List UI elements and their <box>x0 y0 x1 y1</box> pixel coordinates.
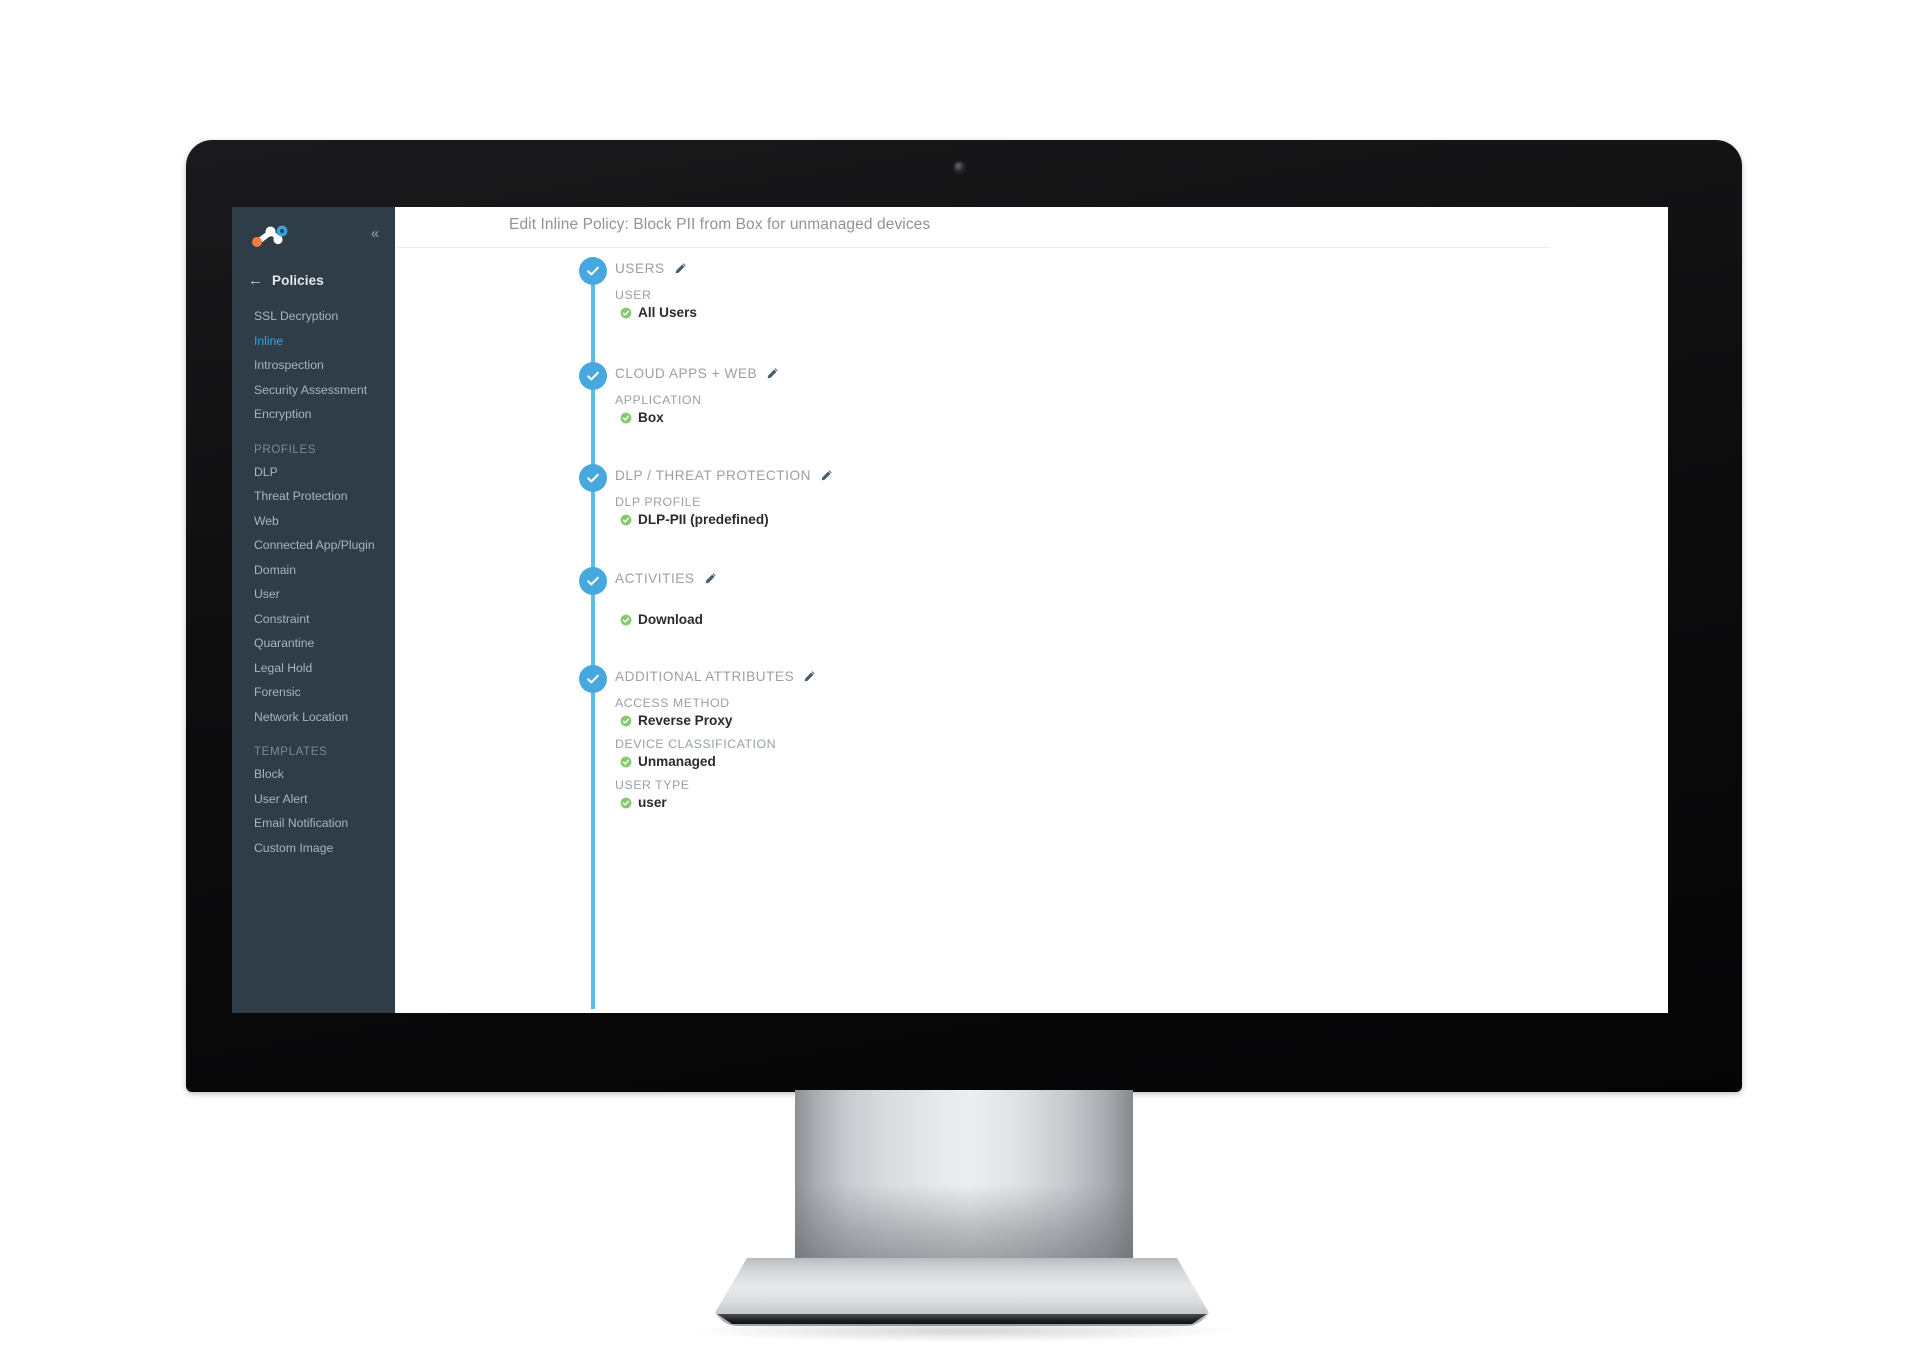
policy-field: USER All Users <box>615 288 1668 320</box>
green-check-icon <box>620 307 632 319</box>
sidebar-item-user[interactable]: User <box>232 582 395 607</box>
field-value-row: DLP-PII (predefined) <box>615 512 1668 527</box>
back-arrow-icon: ← <box>248 271 263 289</box>
step-title-label: CLOUD APPS + WEB <box>615 365 758 381</box>
pencil-icon[interactable] <box>803 670 816 683</box>
policy-step: CLOUD APPS + WEB APPLICATION Box <box>395 362 1668 425</box>
sidebar-item-user-alert[interactable]: User Alert <box>232 787 395 812</box>
green-check-icon <box>620 514 632 526</box>
policy-field: Download <box>615 598 1668 627</box>
step-title-label: ADDITIONAL ATTRIBUTES <box>615 668 795 684</box>
sidebar-item-quarantine[interactable]: Quarantine <box>232 631 395 656</box>
monitor-stand-base-edge <box>717 1314 1207 1324</box>
sidebar-item-inline[interactable]: Inline <box>232 329 395 354</box>
green-check-icon <box>620 412 632 424</box>
sidebar-item-legal-hold[interactable]: Legal Hold <box>232 656 395 681</box>
step-complete-check-icon <box>579 567 607 595</box>
sidebar-nav: SSL Decryption Inline Introspection Securit… <box>232 304 395 860</box>
field-label: USER <box>615 288 652 302</box>
back-to-policies-button[interactable]: ← Policies <box>232 269 395 292</box>
policy-field: USER TYPE user <box>615 778 1668 810</box>
page-title: Edit Inline Policy: Block PII from Box f… <box>509 216 931 233</box>
pencil-icon[interactable] <box>820 469 833 482</box>
sidebar-item-domain[interactable]: Domain <box>232 558 395 583</box>
webcam-dot-icon <box>954 162 965 173</box>
green-check-icon <box>620 756 632 768</box>
sidebar-item-connected-app-plugin[interactable]: Connected App/Plugin <box>232 533 395 558</box>
sidebar-item-ssl-decryption[interactable]: SSL Decryption <box>232 304 395 329</box>
step-complete-check-icon <box>579 464 607 492</box>
field-label-spacer <box>615 598 1668 612</box>
step-complete-check-icon <box>579 257 607 285</box>
field-value-text: Reverse Proxy <box>638 713 733 728</box>
field-label: DEVICE CLASSIFICATION <box>615 737 777 751</box>
field-value-text: Unmanaged <box>638 754 716 769</box>
step-title: USERS <box>615 257 1668 279</box>
step-title-label: DLP / THREAT PROTECTION <box>615 467 811 483</box>
sidebar-item-network-location[interactable]: Network Location <box>232 705 395 730</box>
policy-field: ACCESS METHOD Reverse Proxy <box>615 696 1668 728</box>
sidebar-item-web[interactable]: Web <box>232 509 395 534</box>
sidebar-item-introspection[interactable]: Introspection <box>232 353 395 378</box>
collapse-sidebar-icon[interactable]: « <box>367 226 383 242</box>
policy-field: APPLICATION Box <box>615 393 1668 425</box>
sidebar-item-custom-image[interactable]: Custom Image <box>232 836 395 861</box>
main-content: Edit Inline Policy: Block PII from Box f… <box>395 207 1668 1013</box>
field-label: USER TYPE <box>615 778 690 792</box>
step-title: CLOUD APPS + WEB <box>615 362 1668 384</box>
monitor-stand-neck <box>795 1090 1133 1272</box>
sidebar-back-label: Policies <box>272 273 324 288</box>
policy-field: DEVICE CLASSIFICATION Unmanaged <box>615 737 1668 769</box>
sidebar-item-threat-protection[interactable]: Threat Protection <box>232 484 395 509</box>
field-value-text: user <box>638 795 667 810</box>
field-label: APPLICATION <box>615 393 702 407</box>
field-value-text: Box <box>638 410 664 425</box>
sidebar-item-dlp[interactable]: DLP <box>232 460 395 485</box>
title-divider <box>395 247 1550 248</box>
sidebar: « ← Policies SSL Decryption Inline Introsp… <box>232 207 395 1013</box>
sidebar-header: « <box>232 207 395 263</box>
field-value-row: Reverse Proxy <box>615 713 1668 728</box>
step-complete-check-icon <box>579 665 607 693</box>
monitor-screen: « ← Policies SSL Decryption Inline Introsp… <box>232 207 1668 1013</box>
field-value-text: DLP-PII (predefined) <box>638 512 769 527</box>
policy-step: ADDITIONAL ATTRIBUTES ACCESS METHOD Revers… <box>395 665 1668 810</box>
field-value-row: Unmanaged <box>615 754 1668 769</box>
sidebar-item-email-notification[interactable]: Email Notification <box>232 811 395 836</box>
policy-step: USERS USER All Users <box>395 257 1668 320</box>
pencil-icon[interactable] <box>704 572 717 585</box>
sidebar-item-block[interactable]: Block <box>232 762 395 787</box>
field-value-row: All Users <box>615 305 1668 320</box>
field-label: DLP PROFILE <box>615 495 701 509</box>
sidebar-item-encryption[interactable]: Encryption <box>232 402 395 427</box>
green-check-icon <box>620 797 632 809</box>
field-value-row: Download <box>615 612 1668 627</box>
step-title: DLP / THREAT PROTECTION <box>615 464 1668 486</box>
green-check-icon <box>620 715 632 727</box>
step-complete-check-icon <box>579 362 607 390</box>
pencil-icon[interactable] <box>766 367 779 380</box>
netskope-molecule-logo-icon[interactable] <box>248 223 294 249</box>
field-value-text: Download <box>638 612 703 627</box>
field-value-row: Box <box>615 410 1668 425</box>
sidebar-item-forensic[interactable]: Forensic <box>232 680 395 705</box>
green-check-icon <box>620 614 632 626</box>
pencil-icon[interactable] <box>674 262 687 275</box>
field-label: ACCESS METHOD <box>615 696 730 710</box>
field-value-text: All Users <box>638 305 697 320</box>
field-value-row: user <box>615 795 1668 810</box>
sidebar-section-profiles: PROFILES <box>254 442 317 456</box>
step-title: ACTIVITIES <box>615 567 1668 589</box>
sidebar-item-security-assessment[interactable]: Security Assessment <box>232 378 395 403</box>
policy-field: DLP PROFILE DLP-PII (predefined) <box>615 495 1668 527</box>
policy-step: ACTIVITIES Download <box>395 567 1668 627</box>
step-title-label: ACTIVITIES <box>615 570 695 586</box>
policy-step: DLP / THREAT PROTECTION DLP PROFILE DLP-PI… <box>395 464 1668 527</box>
step-title: ADDITIONAL ATTRIBUTES <box>615 665 1668 687</box>
screenshot-stage: « ← Policies SSL Decryption Inline Introsp… <box>0 0 1918 1350</box>
sidebar-item-constraint[interactable]: Constraint <box>232 607 395 632</box>
sidebar-section-templates: TEMPLATES <box>254 745 328 758</box>
step-title-label: USERS <box>615 260 665 276</box>
